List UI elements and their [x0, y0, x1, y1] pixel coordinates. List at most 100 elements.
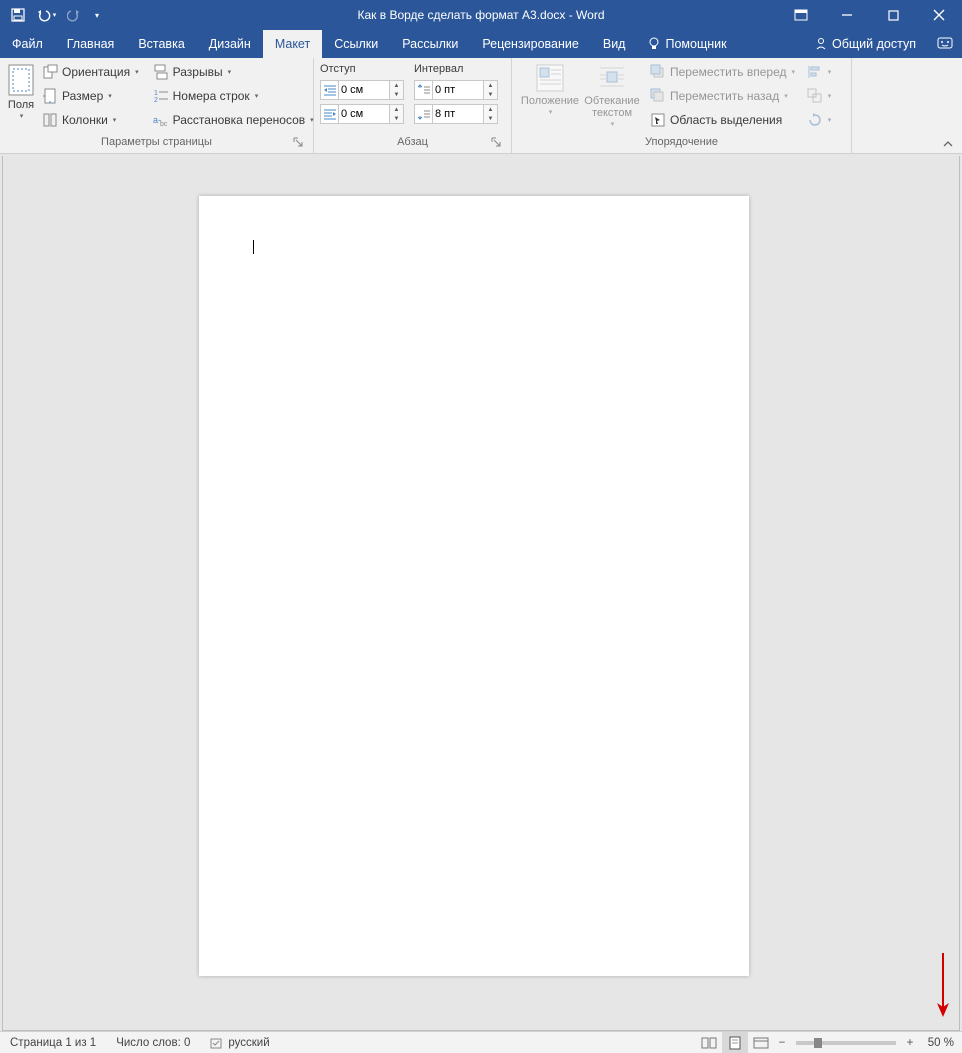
- bring-forward-button[interactable]: Переместить вперед▾: [646, 61, 799, 83]
- undo-button[interactable]: ▾: [34, 3, 58, 27]
- position-button[interactable]: Положение ▾: [518, 61, 582, 119]
- indent-left-spinner[interactable]: ▲▼: [320, 79, 404, 101]
- ribbon: Поля ▾ Ориентация▾ Размер▾ Колонки▾: [0, 58, 962, 154]
- maximize-button[interactable]: [870, 0, 916, 30]
- close-button[interactable]: [916, 0, 962, 30]
- margins-icon: [6, 63, 36, 97]
- space-after-input[interactable]: [432, 104, 484, 124]
- status-language[interactable]: русский: [200, 1032, 279, 1053]
- size-icon: [42, 88, 58, 104]
- group-label-page-setup: Параметры страницы: [6, 136, 307, 153]
- view-print-layout[interactable]: [722, 1032, 748, 1053]
- indent-right-icon: [320, 104, 338, 124]
- zoom-out-button[interactable]: −: [774, 1037, 790, 1049]
- svg-text:bc: bc: [160, 121, 168, 128]
- line-numbers-label: Номера строк: [173, 89, 250, 103]
- svg-text:1: 1: [154, 90, 158, 97]
- rotate-icon: [807, 112, 823, 128]
- group-page-setup: Поля ▾ Ориентация▾ Размер▾ Колонки▾: [0, 58, 314, 153]
- align-button[interactable]: ▾: [803, 61, 835, 83]
- margins-button[interactable]: Поля ▾: [6, 61, 36, 123]
- group-arrange: Положение ▾ Обтекание текстом ▾ Перемест…: [512, 58, 852, 153]
- line-numbers-icon: 12: [153, 88, 169, 104]
- indent-header: Отступ: [320, 61, 404, 77]
- tab-file[interactable]: Файл: [0, 30, 55, 58]
- send-backward-button[interactable]: Переместить назад▾: [646, 85, 799, 107]
- spin-down[interactable]: ▼: [390, 90, 403, 99]
- share-label: Общий доступ: [832, 37, 916, 51]
- status-word-count[interactable]: Число слов: 0: [106, 1032, 200, 1053]
- paragraph-dialog-launcher[interactable]: [491, 137, 503, 149]
- columns-button[interactable]: Колонки▾: [38, 109, 143, 131]
- zoom-percentage[interactable]: 50 %: [918, 1037, 962, 1049]
- size-button[interactable]: Размер▾: [38, 85, 143, 107]
- share-button[interactable]: Общий доступ: [802, 30, 928, 58]
- wrap-label: Обтекание текстом: [582, 95, 642, 119]
- hyphenation-button[interactable]: a-bc Расстановка переносов▾: [149, 109, 318, 131]
- view-read-mode[interactable]: [696, 1032, 722, 1053]
- spin-up[interactable]: ▲: [484, 105, 497, 114]
- spin-down[interactable]: ▼: [390, 114, 403, 123]
- statusbar: Страница 1 из 1 Число слов: 0 русский − …: [0, 1031, 962, 1053]
- tab-references[interactable]: Ссылки: [322, 30, 390, 58]
- indent-right-input[interactable]: [338, 104, 390, 124]
- bring-forward-icon: [650, 64, 666, 80]
- spin-down[interactable]: ▼: [484, 114, 497, 123]
- tell-me-search[interactable]: Помощник: [637, 30, 736, 58]
- save-button[interactable]: [6, 3, 30, 27]
- tab-design[interactable]: Дизайн: [197, 30, 263, 58]
- align-icon: [807, 64, 823, 80]
- spin-up[interactable]: ▲: [484, 81, 497, 90]
- zoom-slider-thumb[interactable]: [814, 1038, 822, 1048]
- document-area[interactable]: [2, 156, 960, 1031]
- proofing-icon: [210, 1036, 224, 1050]
- breaks-button[interactable]: Разрывы▾: [149, 61, 318, 83]
- minimize-button[interactable]: [824, 0, 870, 30]
- position-label: Положение: [521, 95, 579, 107]
- orientation-icon: [42, 64, 58, 80]
- group-label-paragraph: Абзац: [320, 136, 505, 153]
- document-page[interactable]: [199, 196, 749, 976]
- spin-up[interactable]: ▲: [390, 81, 403, 90]
- tab-view[interactable]: Вид: [591, 30, 638, 58]
- orientation-button[interactable]: Ориентация▾: [38, 61, 143, 83]
- size-label: Размер: [62, 89, 103, 103]
- wrap-icon: [597, 63, 627, 93]
- selection-pane-button[interactable]: Область выделения: [646, 109, 799, 131]
- indent-left-input[interactable]: [338, 80, 390, 100]
- space-before-input[interactable]: [432, 80, 484, 100]
- feedback-button[interactable]: [928, 30, 962, 58]
- selection-pane-icon: [650, 112, 666, 128]
- status-page[interactable]: Страница 1 из 1: [0, 1032, 106, 1053]
- tab-insert[interactable]: Вставка: [126, 30, 196, 58]
- rotate-button[interactable]: ▾: [803, 109, 835, 131]
- columns-label: Колонки: [62, 113, 108, 127]
- collapse-ribbon-button[interactable]: [940, 137, 956, 151]
- spin-down[interactable]: ▼: [484, 90, 497, 99]
- group-button[interactable]: ▾: [803, 85, 835, 107]
- zoom-slider[interactable]: [796, 1041, 896, 1045]
- selection-pane-label: Область выделения: [670, 113, 782, 127]
- redo-button[interactable]: [62, 3, 86, 27]
- margins-label: Поля: [8, 99, 34, 111]
- breaks-icon: [153, 64, 169, 80]
- indent-right-spinner[interactable]: ▲▼: [320, 103, 404, 125]
- send-backward-label: Переместить назад: [670, 89, 779, 103]
- spacing-header: Интервал: [414, 61, 498, 77]
- tab-layout[interactable]: Макет: [263, 30, 322, 58]
- space-after-spinner[interactable]: ▲▼: [414, 103, 498, 125]
- tab-mailings[interactable]: Рассылки: [390, 30, 470, 58]
- spin-up[interactable]: ▲: [390, 105, 403, 114]
- zoom-in-button[interactable]: +: [902, 1037, 918, 1049]
- group-paragraph: Отступ ▲▼ ▲▼ Интервал ▲▼: [314, 58, 512, 153]
- indent-left-icon: [320, 80, 338, 100]
- tab-review[interactable]: Рецензирование: [470, 30, 591, 58]
- customize-qat[interactable]: ▾: [90, 3, 104, 27]
- wrap-text-button[interactable]: Обтекание текстом ▾: [582, 61, 642, 131]
- ribbon-display-options[interactable]: [778, 0, 824, 30]
- space-before-spinner[interactable]: ▲▼: [414, 79, 498, 101]
- tab-home[interactable]: Главная: [55, 30, 127, 58]
- page-setup-dialog-launcher[interactable]: [293, 137, 305, 149]
- view-web-layout[interactable]: [748, 1032, 774, 1053]
- line-numbers-button[interactable]: 12 Номера строк▾: [149, 85, 318, 107]
